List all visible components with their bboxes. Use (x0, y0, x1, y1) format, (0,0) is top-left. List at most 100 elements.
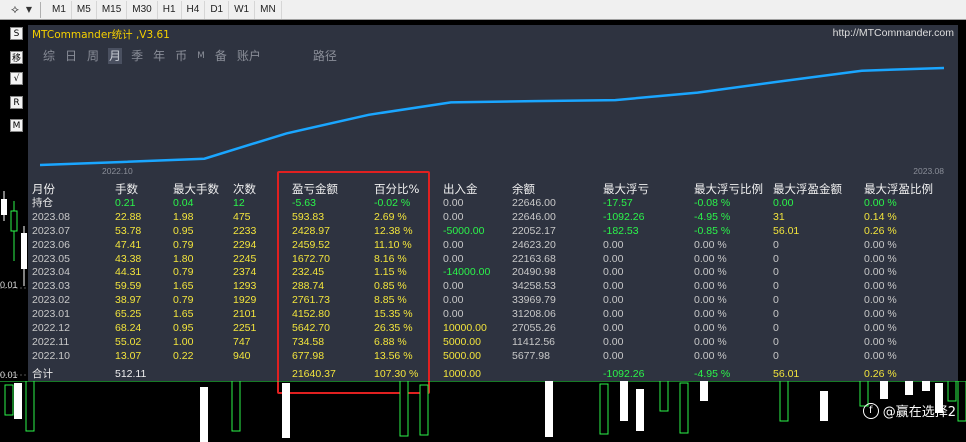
timeframe-d1-button[interactable]: D1 (205, 0, 230, 19)
cell-flow: 0.00 (443, 252, 464, 265)
cell-flow: 0.00 (443, 196, 464, 209)
cell-max-loss-pct: 0.00 % (694, 252, 727, 265)
cell-max-gain: 0 (773, 238, 779, 251)
cell-lots: 65.25 (115, 308, 142, 321)
cell-max-loss: -1092.26 (603, 210, 645, 223)
tab-quarter[interactable]: 季 (130, 48, 144, 64)
candle-body (957, 381, 966, 422)
cell-balance: 34258.53 (512, 280, 556, 293)
cell-month: 2023.05 (32, 252, 70, 265)
price-label: 0.01 (0, 280, 18, 290)
candle-body (620, 381, 628, 421)
cell-percent: 13.56 % (374, 349, 413, 362)
line-tools-icon[interactable]: ⟡ (6, 1, 24, 19)
cell-profit: 2459.52 (292, 238, 330, 251)
cell-max-loss-pct: 0.00 % (694, 322, 727, 335)
timeframe-m15-button[interactable]: M15 (97, 0, 128, 19)
timeframe-mn-button[interactable]: MN (255, 0, 282, 19)
cell-max-loss: 0.00 (603, 252, 624, 265)
cell-lots: 55.02 (115, 335, 142, 348)
timeframe-m30-button[interactable]: M30 (127, 0, 158, 19)
total-flow: 1000.00 (443, 368, 481, 380)
tab-day[interactable]: 日 (64, 48, 78, 64)
cell-month: 2022.10 (32, 349, 70, 362)
cell-month: 2022.11 (32, 335, 70, 348)
col-max-float-gain-pct: 最大浮盈比例 (864, 182, 933, 196)
cell-max-loss: 0.00 (603, 294, 624, 307)
cell-trades: 12 (233, 196, 245, 209)
total-label: 合计 (32, 368, 53, 380)
tab-comment[interactable]: 备 (214, 48, 228, 64)
cell-max-loss: 0.00 (603, 322, 624, 335)
timeframe-h1-button[interactable]: H1 (158, 0, 182, 19)
cell-max-lots: 0.95 (173, 322, 194, 335)
cell-flow: 0.00 (443, 238, 464, 251)
cell-balance: 11412.56 (512, 335, 556, 348)
candle-body (779, 381, 789, 422)
cell-lots: 47.41 (115, 238, 142, 251)
col-month: 月份 (32, 182, 55, 196)
col-max-float-gain: 最大浮盈金额 (773, 182, 842, 196)
cell-max-loss: 0.00 (603, 335, 624, 348)
cell-flow: 5000.00 (443, 335, 481, 348)
watermark-text: @赢在选择2 (882, 405, 956, 420)
cell-max-loss-pct: -4.95 % (694, 210, 731, 223)
cell-trades: 2251 (233, 322, 257, 335)
x-axis-start-label: 2022.10 (102, 166, 133, 176)
cell-max-loss-pct: -0.85 % (694, 224, 731, 237)
cell-max-lots: 0.95 (173, 224, 194, 237)
cell-max-gain-pct: 0.00 % (864, 196, 897, 209)
col-lots: 手数 (115, 182, 138, 196)
cell-max-lots: 1.65 (173, 308, 194, 321)
tab-month[interactable]: 月 (108, 48, 123, 64)
cell-profit: 4152.80 (292, 308, 330, 321)
col-trades: 次数 (233, 182, 256, 196)
tab-account[interactable]: 账户 (236, 48, 262, 64)
cell-month: 2023.01 (32, 308, 70, 321)
cell-flow: 10000.00 (443, 322, 487, 335)
cell-profit: 232.45 (292, 266, 325, 279)
cell-profit: 1672.70 (292, 252, 330, 265)
tab-magic[interactable]: M (196, 48, 206, 64)
cell-lots: 59.59 (115, 280, 142, 293)
cell-month: 2023.02 (32, 294, 70, 307)
cell-trades: 2101 (233, 308, 257, 321)
candle-body (200, 387, 208, 442)
timeframe-h4-button[interactable]: H4 (182, 0, 206, 19)
tab-path[interactable]: 路径 (312, 48, 338, 64)
panel-url-link[interactable]: http://MTCommander.com (833, 27, 954, 39)
cell-profit: 5642.70 (292, 322, 330, 335)
table-row: 2023.03 59.59 1.65 1293 288.74 0.85 % 0.00 3425… (32, 280, 958, 294)
tab-currency[interactable]: 币 (174, 48, 188, 64)
tab-week[interactable]: 周 (86, 48, 100, 64)
timeframe-w1-button[interactable]: W1 (229, 0, 256, 19)
cell-profit: 288.74 (292, 280, 325, 293)
candle-body (679, 382, 689, 434)
timeframe-toolbar: ⟡ ▼ M1 M5 M15 M30 H1 H4 D1 W1 MN (0, 0, 966, 20)
chevron-down-icon[interactable]: ▼ (24, 1, 34, 19)
cell-max-gain: 0 (773, 266, 779, 279)
candle-body (282, 383, 290, 438)
cell-balance: 22163.68 (512, 252, 556, 265)
cell-max-gain: 0 (773, 349, 779, 362)
cell-profit: 2761.73 (292, 294, 330, 307)
period-tabs: 综 日 周 月 季 年 币 M 备 账户 路径 (42, 48, 346, 64)
total-profit: 21640.37 (292, 368, 336, 380)
cell-percent: 12.38 % (374, 224, 413, 237)
timeframe-m1-button[interactable]: M1 (47, 0, 72, 19)
timeframe-list: M1 M5 M15 M30 H1 H4 D1 W1 MN (47, 0, 282, 19)
timeframe-m5-button[interactable]: M5 (72, 0, 97, 19)
cell-max-loss-pct: 0.00 % (694, 280, 727, 293)
cell-percent: 0.85 % (374, 280, 407, 293)
tab-year[interactable]: 年 (152, 48, 166, 64)
cell-max-loss: 0.00 (603, 308, 624, 321)
total-max-loss: -1092.26 (603, 368, 645, 380)
table-row: 2023.04 44.31 0.79 2374 232.45 1.15 % -14000.0… (32, 266, 958, 280)
cell-max-loss-pct: 0.00 % (694, 335, 727, 348)
col-max-float-loss: 最大浮亏 (603, 182, 649, 196)
cell-max-lots: 0.79 (173, 294, 194, 307)
cell-max-gain-pct: 0.00 % (864, 238, 897, 251)
candle-body (545, 381, 553, 437)
tab-overview[interactable]: 综 (42, 48, 56, 64)
table-row: 2022.10 13.07 0.22 940 677.98 13.56 % 5000.00 5… (32, 350, 958, 364)
